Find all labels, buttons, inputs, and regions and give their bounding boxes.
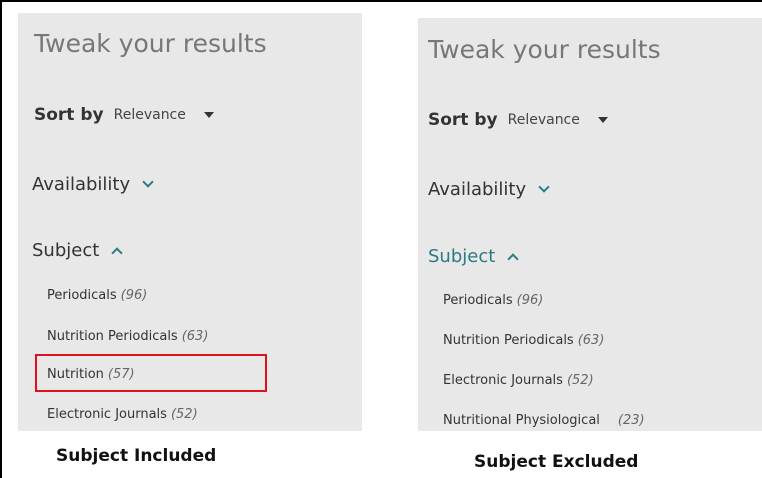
availability-toggle[interactable]: Availability bbox=[428, 179, 550, 200]
facet-label: Nutritional Physiological bbox=[443, 413, 600, 428]
facet-count: (23) bbox=[617, 413, 645, 428]
facet-count: (63) bbox=[577, 333, 605, 348]
panel-heading: Tweak your results bbox=[428, 35, 661, 64]
sort-by-control[interactable]: Sort by Relevance bbox=[34, 105, 214, 125]
facet-item[interactable]: Periodicals (96) bbox=[443, 293, 543, 308]
sort-by-label: Sort by bbox=[34, 105, 104, 125]
facet-count: (63) bbox=[181, 329, 209, 344]
facet-item[interactable]: Nutrition Periodicals (63) bbox=[443, 333, 604, 348]
facet-item[interactable]: Periodicals (96) bbox=[47, 288, 147, 303]
sort-by-control[interactable]: Sort by Relevance bbox=[428, 110, 608, 130]
caption-excluded: Subject Excluded bbox=[474, 452, 639, 472]
availability-toggle[interactable]: Availability bbox=[32, 174, 154, 195]
facet-count: (96) bbox=[516, 293, 544, 308]
facet-item[interactable]: Electronic Journals (52) bbox=[443, 373, 594, 388]
subject-label: Subject bbox=[428, 246, 496, 267]
sort-by-value: Relevance bbox=[113, 107, 186, 123]
caption-included: Subject Included bbox=[56, 446, 217, 466]
results-panel-excluded bbox=[418, 18, 762, 431]
panel-heading: Tweak your results bbox=[34, 29, 267, 58]
facet-label: Periodicals bbox=[47, 288, 117, 303]
subject-label: Subject bbox=[32, 240, 100, 261]
facet-count: (52) bbox=[566, 373, 594, 388]
facet-item[interactable]: Nutritional Physiological (23) bbox=[443, 413, 645, 428]
caret-down-icon bbox=[597, 117, 608, 123]
facet-count: (52) bbox=[170, 407, 198, 422]
facet-label: Electronic Journals bbox=[47, 407, 167, 422]
facet-label: Nutrition Periodicals bbox=[47, 329, 178, 344]
highlight-box bbox=[35, 354, 267, 392]
facet-label: Nutrition Periodicals bbox=[443, 333, 574, 348]
availability-label: Availability bbox=[428, 179, 527, 200]
subject-toggle[interactable]: Subject bbox=[428, 246, 519, 267]
frame-border-top bbox=[0, 0, 762, 2]
facet-count: (96) bbox=[120, 288, 148, 303]
chevron-down-icon bbox=[142, 176, 154, 188]
facet-label: Periodicals bbox=[443, 293, 513, 308]
subject-toggle[interactable]: Subject bbox=[32, 240, 123, 261]
frame-border-left bbox=[0, 0, 2, 478]
chevron-up-icon bbox=[507, 252, 519, 265]
facet-item[interactable]: Electronic Journals (52) bbox=[47, 407, 198, 422]
sort-by-value: Relevance bbox=[507, 112, 580, 128]
facet-label: Electronic Journals bbox=[443, 373, 563, 388]
availability-label: Availability bbox=[32, 174, 131, 195]
caret-down-icon bbox=[203, 112, 214, 118]
chevron-up-icon bbox=[111, 246, 123, 259]
facet-item[interactable]: Nutrition Periodicals (63) bbox=[47, 329, 208, 344]
sort-by-label: Sort by bbox=[428, 110, 498, 130]
chevron-down-icon bbox=[538, 181, 550, 193]
